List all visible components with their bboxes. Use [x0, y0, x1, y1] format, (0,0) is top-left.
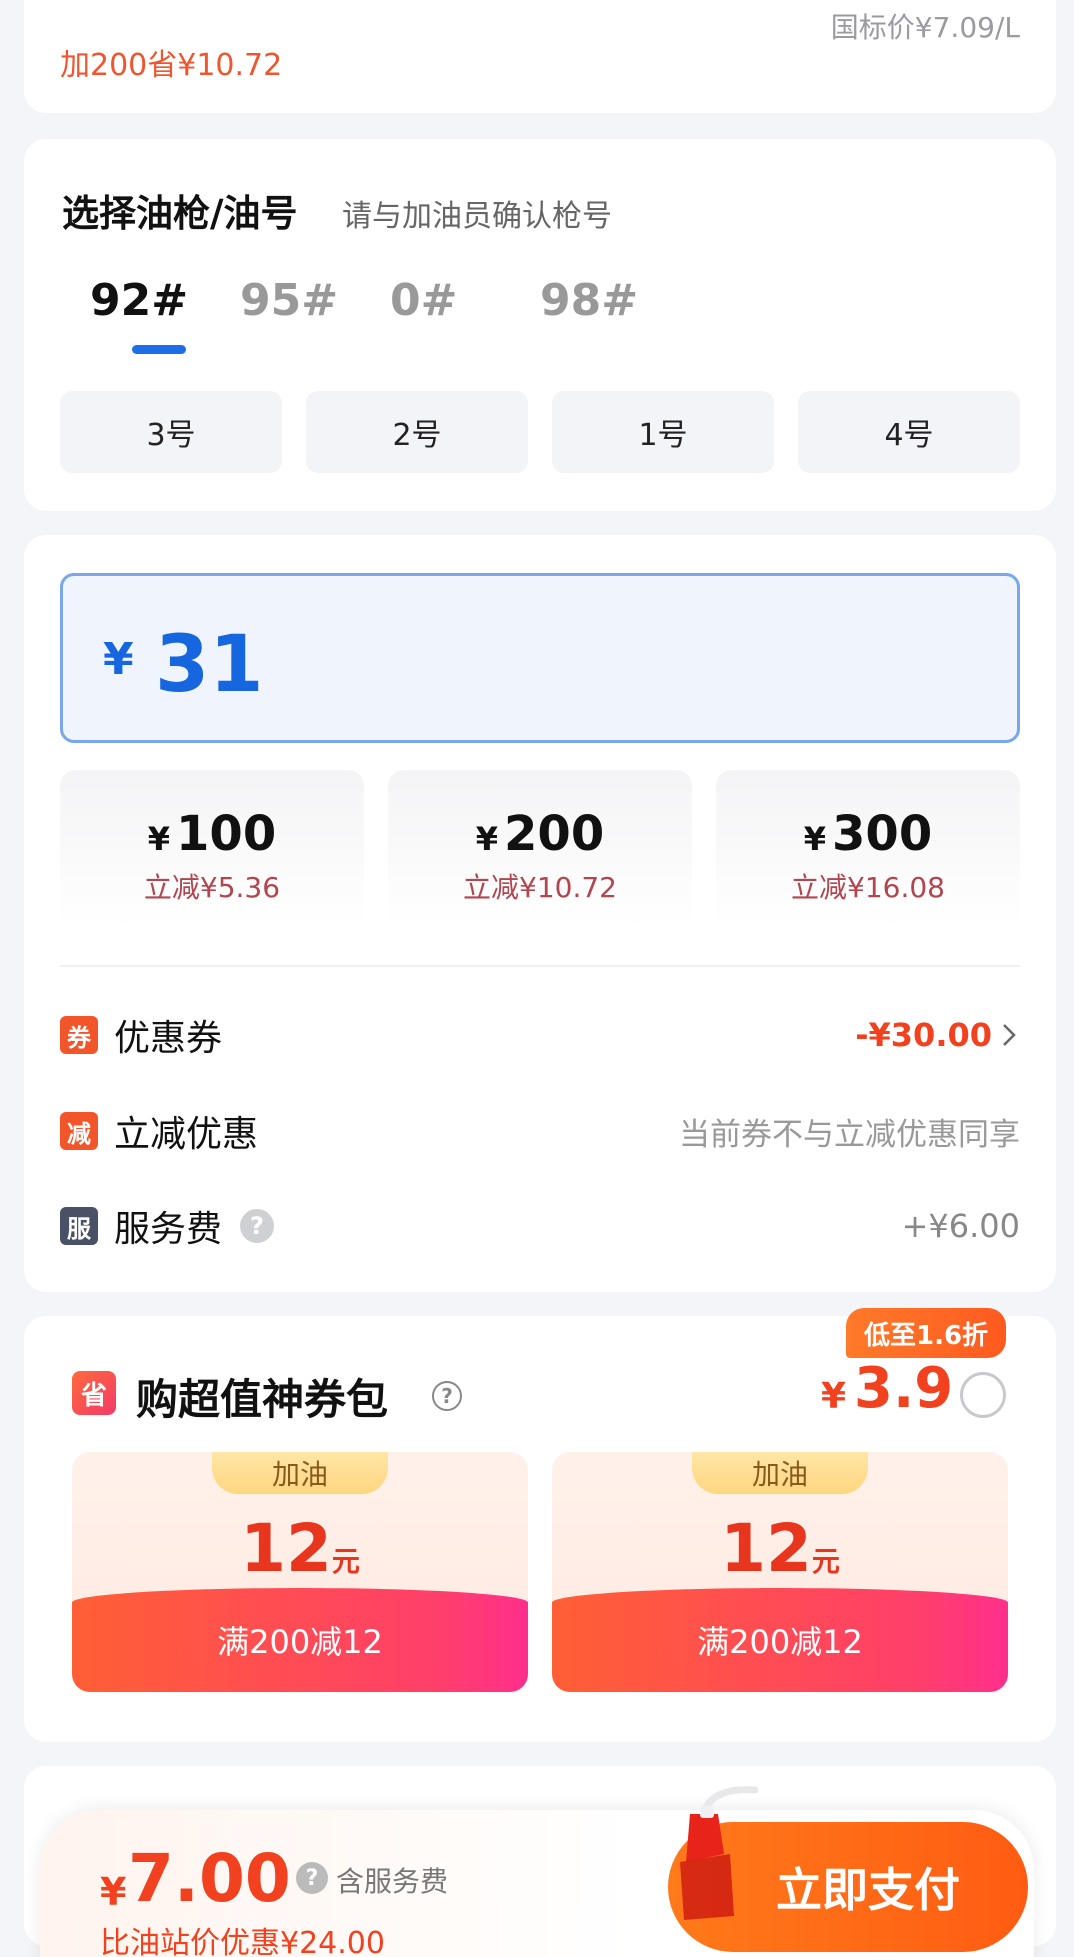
preset-300-button[interactable]: ¥300 立减¥16.08: [716, 770, 1020, 928]
service-fee-value: +¥6.00: [901, 1207, 1020, 1245]
amount-presets: ¥100 立减¥5.36 ¥200 立减¥10.72 ¥300 立减¥16.08: [60, 770, 1020, 928]
gun-selection-card: 选择油枪/油号 请与加油员确认枪号 92# 95# 0# 98# 3号 2号 1…: [24, 139, 1056, 511]
ticket-tag: 加油: [212, 1452, 388, 1494]
service-fee-row: 服 服务费 ? +¥6.00: [60, 1196, 1020, 1256]
instant-discount-value: 当前券不与立减优惠同享: [679, 1116, 1020, 1153]
ticket-tag: 加油: [692, 1452, 868, 1494]
gun-section-title: 选择油枪/油号: [62, 192, 298, 235]
coupon-value: -¥30.00: [855, 1016, 1020, 1054]
promo-text: 加200省¥10.72: [60, 48, 283, 83]
help-icon[interactable]: ?: [432, 1381, 462, 1411]
pay-note: 含服务费: [336, 1865, 449, 1898]
instant-discount-row: 减 立减优惠 当前券不与立减优惠同享: [60, 1101, 1020, 1161]
coupon-pack-price: 3.9: [854, 1356, 954, 1421]
reference-price: 国标价¥7.09/L: [830, 11, 1020, 44]
preset-200-button[interactable]: ¥200 立减¥10.72: [388, 770, 692, 928]
preset-discount: 立减¥10.72: [463, 871, 617, 904]
gun-number-list: 3号 2号 1号 4号: [60, 391, 1020, 473]
preset-discount: 立减¥16.08: [791, 871, 945, 904]
station-summary-card: 加200省¥10.72 国标价¥7.09/L: [24, 0, 1056, 113]
coupon-row[interactable]: 券 优惠券 -¥30.00: [60, 1005, 1020, 1065]
coupon-label: 优惠券: [114, 1018, 223, 1059]
amount-value: 31: [155, 620, 264, 710]
preset-amount: ¥300: [803, 806, 933, 862]
discount-badge: 低至1.6折: [846, 1308, 1007, 1358]
ticket-value: 12元: [720, 1510, 840, 1587]
fuel-nozzle-icon: [680, 1786, 759, 1920]
coupon-ticket: 加油 12元 满200减12: [552, 1452, 1008, 1692]
pay-currency: ¥: [100, 1870, 127, 1914]
amount-currency: ¥: [103, 634, 134, 685]
amount-card: ¥ 31 ¥100 立减¥5.36 ¥200 立减¥10.72 ¥300 立减¥…: [24, 535, 1056, 1292]
active-tab-indicator: [132, 345, 186, 354]
gun-option-1[interactable]: 1号: [552, 391, 774, 473]
help-icon[interactable]: ?: [296, 1862, 328, 1894]
instant-discount-label: 立减优惠: [114, 1114, 259, 1155]
preset-amount: ¥100: [147, 806, 277, 862]
ticket-condition: 满200减12: [552, 1588, 1008, 1692]
coupon-pack-title: 购超值神券包: [136, 1375, 389, 1424]
pay-saving: 比油站价优惠¥24.00: [100, 1926, 385, 1957]
coupon-pack-checkbox[interactable]: [960, 1372, 1006, 1418]
help-icon[interactable]: ?: [240, 1209, 275, 1243]
coupon-pack-currency: ¥: [821, 1376, 847, 1417]
service-fee-icon: 服: [60, 1207, 98, 1245]
service-fee-label: 服务费: [114, 1209, 223, 1250]
preset-100-button[interactable]: ¥100 立减¥5.36: [60, 770, 364, 928]
coupon-pack-card: 省 购超值神券包 ? 低至1.6折 ¥ 3.9 加油 12元 满200减12 加…: [24, 1308, 1056, 1742]
fuel-tab-92[interactable]: 92#: [90, 275, 240, 326]
preset-amount: ¥200: [475, 806, 605, 862]
gun-section-subtitle: 请与加油员确认枪号: [342, 199, 612, 234]
fuel-tab-0[interactable]: 0#: [390, 275, 540, 326]
gun-option-4[interactable]: 4号: [798, 391, 1020, 473]
fuel-tab-98[interactable]: 98#: [540, 275, 690, 326]
coupon-icon: 券: [60, 1016, 98, 1054]
coupon-ticket: 加油 12元 满200减12: [72, 1452, 528, 1692]
coupon-ticket-list: 加油 12元 满200减12 加油 12元 满200减12: [72, 1452, 1008, 1692]
gun-option-3[interactable]: 3号: [60, 391, 282, 473]
pay-bar: ¥ 7.00 ? 含服务费 比油站价优惠¥24.00 立即支付: [40, 1786, 1034, 1957]
amount-input[interactable]: ¥ 31: [60, 573, 1020, 743]
gun-option-2[interactable]: 2号: [306, 391, 528, 473]
pay-total: 7.00: [128, 1840, 291, 1917]
divider: [60, 965, 1020, 967]
chevron-right-icon: [1003, 1024, 1016, 1046]
fuel-type-tabs: 92# 95# 0# 98#: [90, 275, 690, 326]
save-icon: 省: [72, 1371, 116, 1415]
instant-discount-icon: 减: [60, 1112, 98, 1150]
fuel-tab-95[interactable]: 95#: [240, 275, 390, 326]
ticket-value: 12元: [240, 1510, 360, 1587]
preset-discount: 立减¥5.36: [143, 871, 281, 904]
ticket-condition: 满200减12: [72, 1588, 528, 1692]
